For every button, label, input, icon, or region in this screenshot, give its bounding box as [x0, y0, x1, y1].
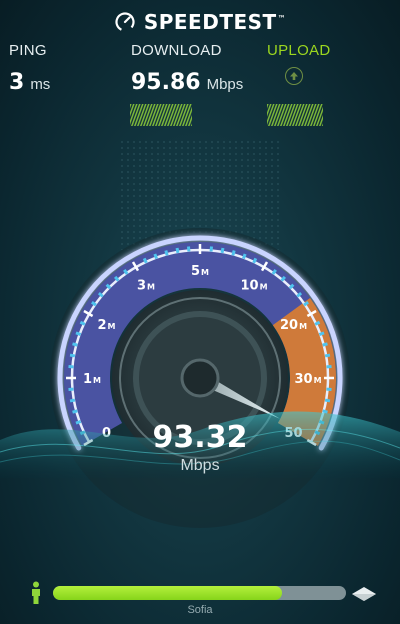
gauge-minor-tick: [324, 353, 331, 358]
test-progress-bar: [53, 586, 346, 600]
gauge-minor-tick: [252, 257, 258, 264]
gauge-minor-tick: [314, 320, 321, 326]
current-speed-value: 93.32: [152, 420, 248, 455]
gauge-minor-tick: [322, 409, 328, 414]
test-progress-fill: [53, 586, 282, 600]
gauge-minor-tick: [175, 247, 180, 254]
gauge-minor-tick: [220, 247, 225, 254]
gauge-minor-tick: [72, 342, 78, 347]
gauge-minor-tick: [72, 409, 78, 414]
gauge-minor-tick: [164, 250, 169, 256]
gauge-minor-tick: [75, 331, 82, 336]
gauge-minor-tick: [242, 253, 247, 260]
gauge-needle-hub: [180, 358, 220, 398]
gauge-minor-tick: [79, 320, 86, 326]
gauge-minor-tick: [69, 353, 76, 358]
person-icon: [32, 581, 40, 604]
gauge-minor-tick: [69, 398, 76, 403]
current-speed-unit: Mbps: [180, 457, 220, 474]
gauge-minor-tick: [318, 331, 325, 336]
server-location: Sofia: [187, 604, 213, 616]
gauge-minor-tick: [322, 342, 328, 347]
server-icon: [352, 587, 376, 601]
gauge-minor-tick: [231, 250, 236, 256]
gauge-minor-tick: [324, 398, 331, 403]
gauge-minor-tick: [153, 253, 158, 260]
gauge-minor-tick: [142, 257, 148, 264]
speed-gauge: 01M2M3M5M10M20M30M50: [0, 228, 400, 528]
